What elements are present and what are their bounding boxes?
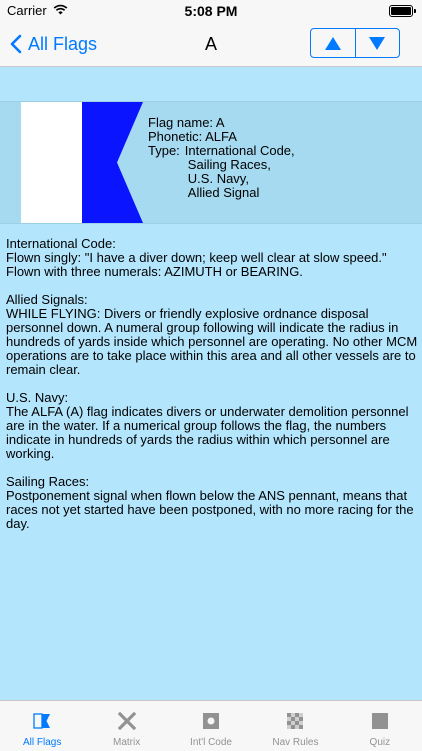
clock-label: 5:08 PM <box>184 3 238 19</box>
tab-label: Int'l Code <box>190 737 232 748</box>
section-heading: International Code: <box>6 236 116 251</box>
square-dot-icon <box>203 713 220 729</box>
tab-bar: All Flags Matrix Int'l Code Nav Rules Qu… <box>0 700 422 751</box>
type-item: U.S. Navy, <box>187 171 249 186</box>
alfa-flag-image <box>21 102 143 223</box>
prev-next-control <box>310 28 400 58</box>
navigation-bar: All Flags A <box>0 22 422 67</box>
section-heading: Allied Signals: <box>6 292 88 307</box>
type-label: Type: <box>148 143 180 158</box>
tab-matrix[interactable]: Matrix <box>84 701 168 751</box>
tab-label: Matrix <box>112 737 141 748</box>
section-international-code: International Code: Flown singly: "I hav… <box>6 237 418 279</box>
triangle-down-icon <box>369 36 386 50</box>
section-text: Flown singly: "I have a diver down; keep… <box>6 250 387 265</box>
tab-quiz[interactable]: Quiz <box>338 701 422 751</box>
tab-label: Nav Rules <box>272 737 319 748</box>
section-text: Postponement signal when flown below the… <box>6 488 414 531</box>
status-bar: Carrier 5:08 PM <box>0 0 422 22</box>
flag-panel: Flag name: A Phonetic: ALFA Type: Intern… <box>0 101 422 224</box>
next-flag-button[interactable] <box>354 29 400 57</box>
flag-a-icon <box>33 713 51 729</box>
section-text: Flown with three numerals: AZIMUTH or BE… <box>6 264 303 279</box>
section-sailing-races: Sailing Races: Postponement signal when … <box>6 475 418 531</box>
section-text: The ALFA (A) flag indicates divers or un… <box>6 404 409 461</box>
section-us-navy: U.S. Navy: The ALFA (A) flag indicates d… <box>6 391 418 461</box>
tab-label: All Flags <box>23 737 62 748</box>
previous-flag-button[interactable] <box>311 29 355 57</box>
section-allied-signals: Allied Signals: WHILE FLYING: Divers or … <box>6 293 418 377</box>
battery-icon <box>389 5 416 17</box>
type-item: Allied Signal <box>187 185 260 200</box>
flag-type: Type: International Code, Sailing Races,… <box>148 144 295 200</box>
square-icon <box>371 713 388 729</box>
flag-info: Flag name: A Phonetic: ALFA Type: Intern… <box>148 116 295 200</box>
section-heading: U.S. Navy: <box>6 390 69 405</box>
x-cross-icon <box>117 712 136 730</box>
tab-all-flags[interactable]: All Flags <box>0 701 84 751</box>
section-heading: Sailing Races: <box>6 474 90 489</box>
tab-nav-rules[interactable]: Nav Rules <box>253 701 337 751</box>
flag-description: International Code: Flown singly: "I hav… <box>6 237 418 531</box>
section-text: WHILE FLYING: Divers or friendly explosi… <box>6 306 418 377</box>
type-item: Sailing Races, <box>187 157 271 172</box>
flag-phonetic: Phonetic: ALFA <box>148 129 237 144</box>
type-list: International Code, Sailing Races, U.S. … <box>180 144 295 200</box>
triangle-up-icon <box>324 36 341 50</box>
type-item: International Code, <box>184 143 295 158</box>
flag-name: Flag name: A <box>148 115 225 130</box>
tab-label: Quiz <box>369 737 391 748</box>
tab-intl-code[interactable]: Int'l Code <box>169 701 253 751</box>
checkered-icon <box>287 713 304 729</box>
